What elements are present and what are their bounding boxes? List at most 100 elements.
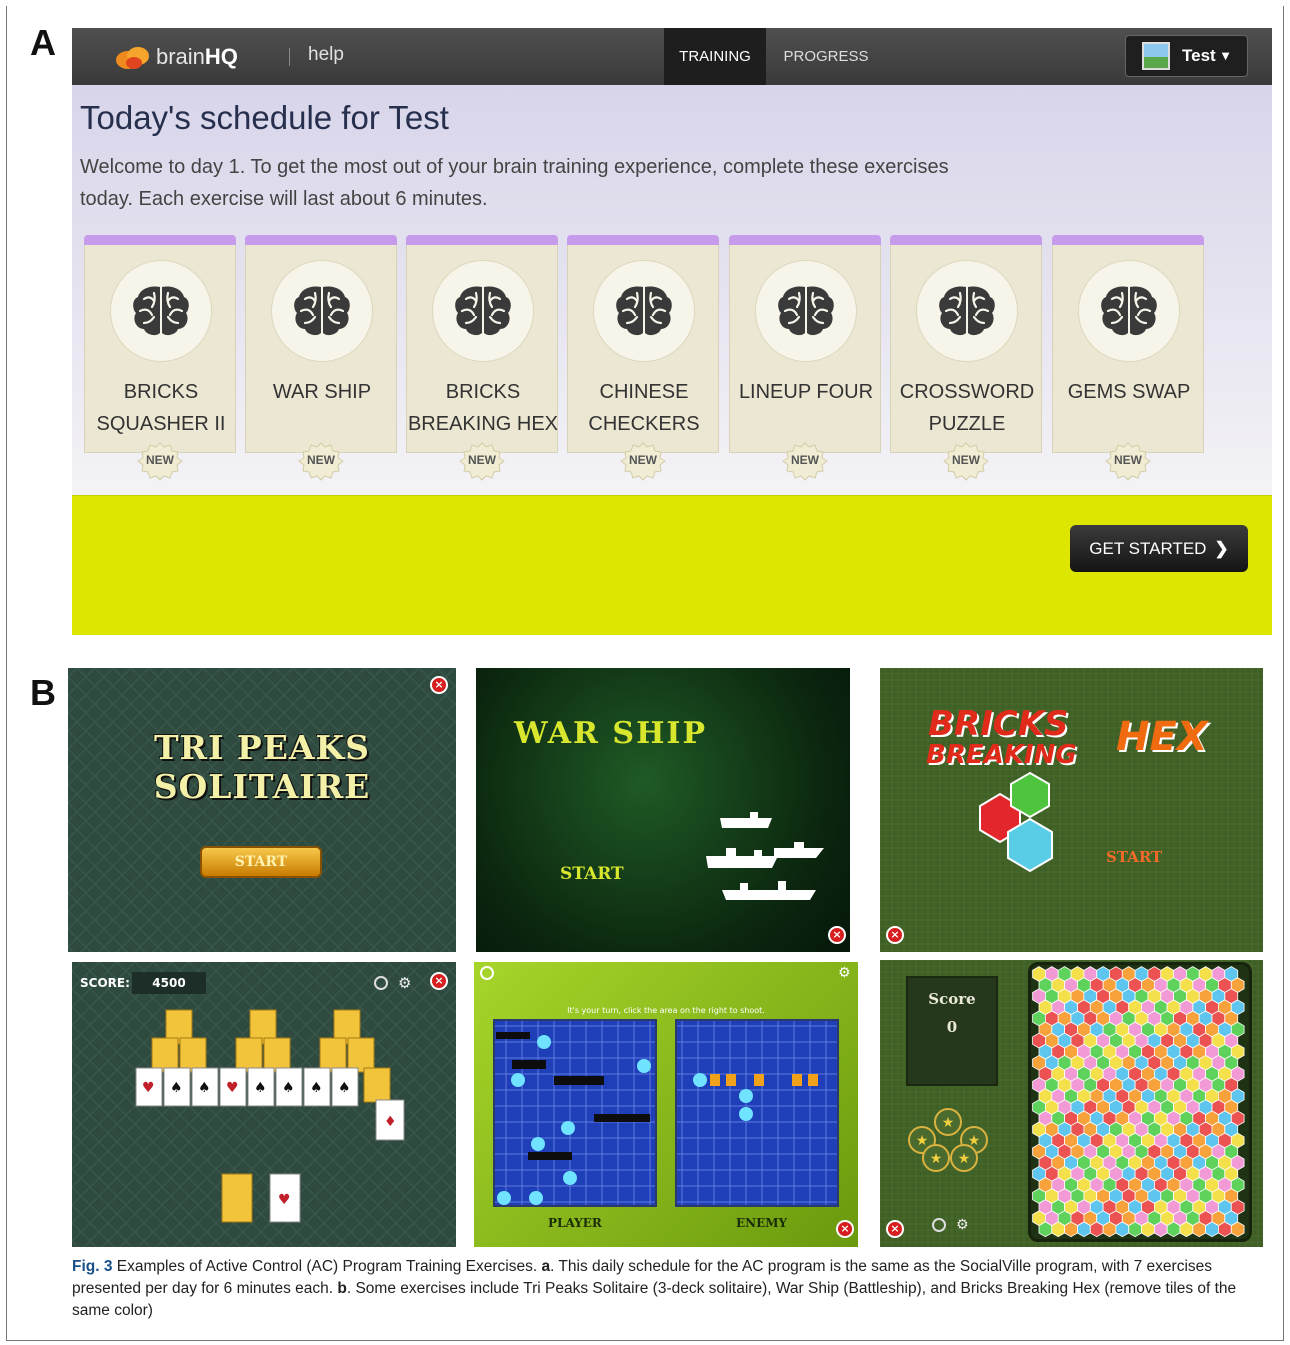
card-accent-bar <box>729 235 881 245</box>
exercise-card[interactable]: CROSSWORD PUZZLE NEW <box>890 235 1042 481</box>
caret-down-icon: ▼ <box>1221 50 1230 62</box>
figure-caption: Fig. 3 Examples of Active Control (AC) P… <box>72 1256 1272 1322</box>
hex-tile[interactable] <box>1128 1221 1142 1238</box>
new-badge: NEW <box>296 441 346 481</box>
exercise-card[interactable]: GEMS SWAP NEW <box>1052 235 1204 481</box>
caption-text-1: Examples of Active Control (AC) Program … <box>112 1258 542 1275</box>
brain-icon-circle <box>916 260 1018 362</box>
hex-tile[interactable] <box>1051 1221 1065 1238</box>
tripeaks-title-screen: TRI PEAKS SOLITAIRE START × <box>68 668 456 952</box>
hex-tile[interactable] <box>1154 1221 1168 1238</box>
svg-text:★: ★ <box>958 1151 971 1167</box>
bricks-hex-gameplay-screen: Score 0 ★ ★ ★ ★ ★ ⚙ × <box>880 960 1263 1247</box>
help-icon[interactable] <box>480 966 494 980</box>
new-badge: NEW <box>135 441 185 481</box>
bricks-start-button[interactable]: START <box>1106 848 1162 866</box>
new-badge: NEW <box>941 441 991 481</box>
brain-icon <box>1101 286 1157 336</box>
hex-tile[interactable] <box>1217 1221 1232 1238</box>
close-icon[interactable]: × <box>836 1220 854 1238</box>
svg-text:♠: ♠ <box>170 1080 183 1096</box>
card-body: LINEUP FOUR <box>729 245 881 453</box>
close-icon[interactable]: × <box>886 1220 904 1238</box>
card-accent-bar <box>245 235 397 245</box>
brain-icon-circle <box>593 260 695 362</box>
hex-tile[interactable] <box>1205 1221 1219 1238</box>
tab-training[interactable]: TRAINING <box>664 28 766 85</box>
hex-tile[interactable] <box>1089 1221 1104 1238</box>
panel-label-b: B <box>30 672 56 713</box>
hex-tile[interactable] <box>1230 1221 1245 1238</box>
svg-text:♠: ♠ <box>282 1080 295 1096</box>
exercise-card[interactable]: BRICKS SQUASHER II NEW <box>84 235 236 481</box>
tripeaks-start-button[interactable]: START <box>200 846 322 878</box>
hex-tile[interactable] <box>1192 1221 1207 1238</box>
hex-tile[interactable] <box>1077 1221 1091 1238</box>
hex-tile[interactable] <box>1038 1221 1053 1238</box>
warship-title-screen: WAR SHIP START × <box>476 668 850 952</box>
user-name: Test <box>1182 46 1216 65</box>
help-link[interactable]: help <box>308 44 344 66</box>
brainhq-logo[interactable]: brainHQ <box>114 40 238 74</box>
warship-gameplay-screen: It's your turn, click the area on the ri… <box>474 962 858 1247</box>
exercise-name-line2: CHECKERS <box>588 413 700 435</box>
brain-icon-circle <box>432 260 534 362</box>
brain-icon-circle <box>110 260 212 362</box>
brainhq-screen: brainHQ help TRAINING PROGRESS Test ▼ To… <box>72 28 1272 635</box>
exercise-card[interactable]: BRICKS BREAKING HEX NEW <box>406 235 558 481</box>
new-badge-label: NEW <box>468 453 496 467</box>
caption-b: b <box>337 1280 347 1297</box>
enemy-label: ENEMY <box>736 1216 788 1230</box>
chevron-right-icon: ❯ <box>1214 538 1229 558</box>
card-accent-bar <box>890 235 1042 245</box>
hex-tile[interactable] <box>1064 1221 1078 1238</box>
exercise-name-line1: BRICKS <box>123 381 199 403</box>
brain-icon <box>294 286 350 336</box>
hex-board <box>1028 962 1252 1242</box>
exercise-name: LINEUP FOUR <box>730 376 882 408</box>
hex-gems-graphic <box>979 771 1053 873</box>
exercise-name: BRICKS BREAKING HEX <box>407 376 559 440</box>
card-body: WAR SHIP <box>245 245 397 453</box>
hex-tile[interactable] <box>1141 1221 1155 1238</box>
get-started-button[interactable]: GET STARTED ❯ <box>1070 525 1248 572</box>
exercise-card[interactable]: LINEUP FOUR NEW <box>729 235 881 481</box>
close-icon[interactable]: × <box>828 926 846 944</box>
exercise-name-line1: CHINESE <box>599 381 689 403</box>
gear-icon[interactable]: ⚙ <box>956 1217 969 1233</box>
top-navigation-bar: brainHQ help TRAINING PROGRESS Test ▼ <box>72 28 1272 85</box>
hex-tile[interactable] <box>1166 1221 1181 1238</box>
exercise-name-line1: BRICKS <box>445 381 521 403</box>
new-badge-label: NEW <box>952 453 980 467</box>
hex-tile[interactable] <box>1115 1221 1130 1238</box>
exercise-name: CROSSWORD PUZZLE <box>891 376 1043 440</box>
brain-icon <box>455 286 511 336</box>
new-badge-label: NEW <box>791 453 819 467</box>
brain-icon-circle <box>271 260 373 362</box>
exercise-name: BRICKS SQUASHER II <box>85 376 237 440</box>
new-badge: NEW <box>618 441 668 481</box>
exercise-name: CHINESE CHECKERS <box>568 376 720 440</box>
new-badge: NEW <box>1103 441 1153 481</box>
card-accent-bar <box>567 235 719 245</box>
page-title: Today's schedule for Test <box>80 99 449 136</box>
card-accent-bar <box>84 235 236 245</box>
tab-progress[interactable]: PROGRESS <box>772 28 880 85</box>
page-intro: Welcome to day 1. To get the most out of… <box>80 156 949 210</box>
help-icon[interactable] <box>932 1218 946 1232</box>
brain-icon <box>616 286 672 336</box>
logo-wordmark: brainHQ <box>156 44 238 69</box>
exercise-card[interactable]: WAR SHIP NEW <box>245 235 397 481</box>
gear-icon[interactable]: ⚙ <box>838 965 851 981</box>
user-menu-button[interactable]: Test ▼ <box>1125 35 1248 77</box>
svg-text:♥: ♥ <box>226 1080 239 1096</box>
svg-text:★: ★ <box>930 1151 943 1167</box>
hex-tile[interactable] <box>1102 1221 1117 1238</box>
exercise-card[interactable]: CHINESE CHECKERS NEW <box>567 235 719 481</box>
svg-text:♥: ♥ <box>142 1080 155 1096</box>
brain-icon <box>133 286 189 336</box>
close-icon[interactable]: × <box>886 926 904 944</box>
close-icon[interactable]: × <box>430 676 448 694</box>
bricks-hex-title-screen: BRICKS BREAKING HEX START × <box>880 668 1263 952</box>
hex-tile[interactable] <box>1179 1221 1194 1238</box>
